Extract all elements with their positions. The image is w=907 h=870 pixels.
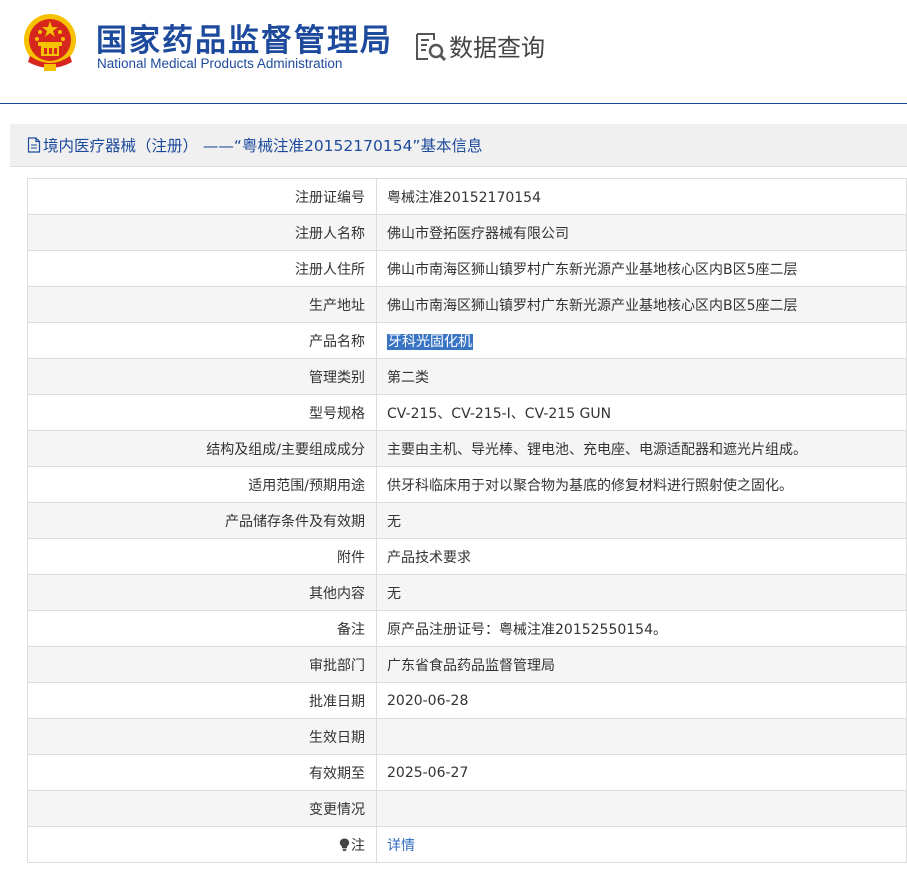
table-row: 注册证编号 粤械注准20152170154: [27, 178, 907, 215]
table-row: 变更情况: [27, 790, 907, 827]
logo-title-en: National Medical Products Administration: [97, 56, 343, 71]
table-row: 注册人住所 佛山市南海区狮山镇罗村广东新光源产业基地核心区内B区5座二层: [27, 250, 907, 287]
detail-table: 注册证编号 粤械注准20152170154 注册人名称 佛山市登拓医疗器械有限公…: [27, 178, 907, 863]
field-value: 广东省食品药品监督管理局: [376, 646, 907, 683]
table-row: 管理类别 第二类: [27, 358, 907, 395]
field-label: 生效日期: [27, 718, 377, 755]
table-row: 批准日期 2020-06-28: [27, 682, 907, 719]
field-label: 审批部门: [27, 646, 377, 683]
field-label: 批准日期: [27, 682, 377, 719]
table-row: 附件 产品技术要求: [27, 538, 907, 575]
field-label: 附件: [27, 538, 377, 575]
field-value: 详情: [376, 826, 907, 863]
field-value: [376, 790, 907, 827]
logo-title-cn: 国家药品监督管理局: [96, 23, 393, 59]
field-value: 佛山市登拓医疗器械有限公司: [376, 214, 907, 251]
field-label: 适用范围/预期用途: [27, 466, 377, 503]
table-row: 其他内容 无: [27, 574, 907, 611]
field-value: CV-215、CV-215-I、CV-215 GUN: [376, 394, 907, 431]
field-label: 有效期至: [27, 754, 377, 791]
field-value: 2025-06-27: [376, 754, 907, 791]
note-label: 注: [351, 837, 365, 854]
document-icon: [27, 137, 41, 153]
field-value: 供牙科临床用于对以聚合物为基底的修复材料进行照射使之固化。: [376, 466, 907, 503]
field-value: 佛山市南海区狮山镇罗村广东新光源产业基地核心区内B区5座二层: [376, 286, 907, 323]
table-row: 型号规格 CV-215、CV-215-I、CV-215 GUN: [27, 394, 907, 431]
field-value: [376, 718, 907, 755]
field-value: 粤械注准20152170154: [376, 178, 907, 215]
table-row: 适用范围/预期用途 供牙科临床用于对以聚合物为基底的修复材料进行照射使之固化。: [27, 466, 907, 503]
table-row: 有效期至 2025-06-27: [27, 754, 907, 791]
site-header: 国家药品监督管理局 National Medical Products Admi…: [0, 0, 907, 104]
field-label: 注册人名称: [27, 214, 377, 251]
table-row: 注册人名称 佛山市登拓医疗器械有限公司: [27, 214, 907, 251]
panel-body: 注册证编号 粤械注准20152170154 注册人名称 佛山市登拓医疗器械有限公…: [10, 166, 907, 870]
field-value: 牙科光固化机: [376, 322, 907, 359]
data-query-icon[interactable]: [414, 30, 448, 64]
table-row: 注 详情: [27, 826, 907, 863]
details-link[interactable]: 详情: [387, 838, 415, 854]
field-value: 无: [376, 574, 907, 611]
field-label: 型号规格: [27, 394, 377, 431]
field-value: 2020-06-28: [376, 682, 907, 719]
field-value: 原产品注册证号：粤械注准20152550154。: [376, 610, 907, 647]
field-label: 生产地址: [27, 286, 377, 323]
panel-title-text: 境内医疗器械（注册） ——“粤械注准20152170154”基本信息: [43, 137, 483, 155]
field-label: 变更情况: [27, 790, 377, 827]
table-row: 产品名称 牙科光固化机: [27, 322, 907, 359]
field-label: 管理类别: [27, 358, 377, 395]
field-value: 主要由主机、导光棒、锂电池、充电座、电源适配器和遮光片组成。: [376, 430, 907, 467]
data-query-label[interactable]: 数据查询: [449, 28, 545, 63]
lightbulb-icon: [339, 838, 350, 851]
field-value: 无: [376, 502, 907, 539]
table-row: 产品储存条件及有效期 无: [27, 502, 907, 539]
field-label: 注册人住所: [27, 250, 377, 287]
table-row: 生产地址 佛山市南海区狮山镇罗村广东新光源产业基地核心区内B区5座二层: [27, 286, 907, 323]
header-divider: [0, 103, 907, 104]
field-label: 其他内容: [27, 574, 377, 611]
national-emblem-icon: [24, 14, 76, 71]
table-row: 生效日期: [27, 718, 907, 755]
detail-panel: 境内医疗器械（注册） ——“粤械注准20152170154”基本信息 注册证编号…: [10, 124, 907, 870]
table-row: 备注 原产品注册证号：粤械注准20152550154。: [27, 610, 907, 647]
field-value: 佛山市南海区狮山镇罗村广东新光源产业基地核心区内B区5座二层: [376, 250, 907, 287]
field-label: 注册证编号: [27, 178, 377, 215]
field-value: 产品技术要求: [376, 538, 907, 575]
field-value: 第二类: [376, 358, 907, 395]
table-row: 审批部门 广东省食品药品监督管理局: [27, 646, 907, 683]
panel-title: 境内医疗器械（注册） ——“粤械注准20152170154”基本信息: [27, 134, 482, 156]
field-label: 产品储存条件及有效期: [27, 502, 377, 539]
field-label: 注: [27, 826, 377, 863]
selected-text[interactable]: 牙科光固化机: [387, 333, 473, 350]
field-label: 备注: [27, 610, 377, 647]
table-row: 结构及组成/主要组成成分 主要由主机、导光棒、锂电池、充电座、电源适配器和遮光片…: [27, 430, 907, 467]
field-label: 结构及组成/主要组成成分: [27, 430, 377, 467]
field-label: 产品名称: [27, 322, 377, 359]
